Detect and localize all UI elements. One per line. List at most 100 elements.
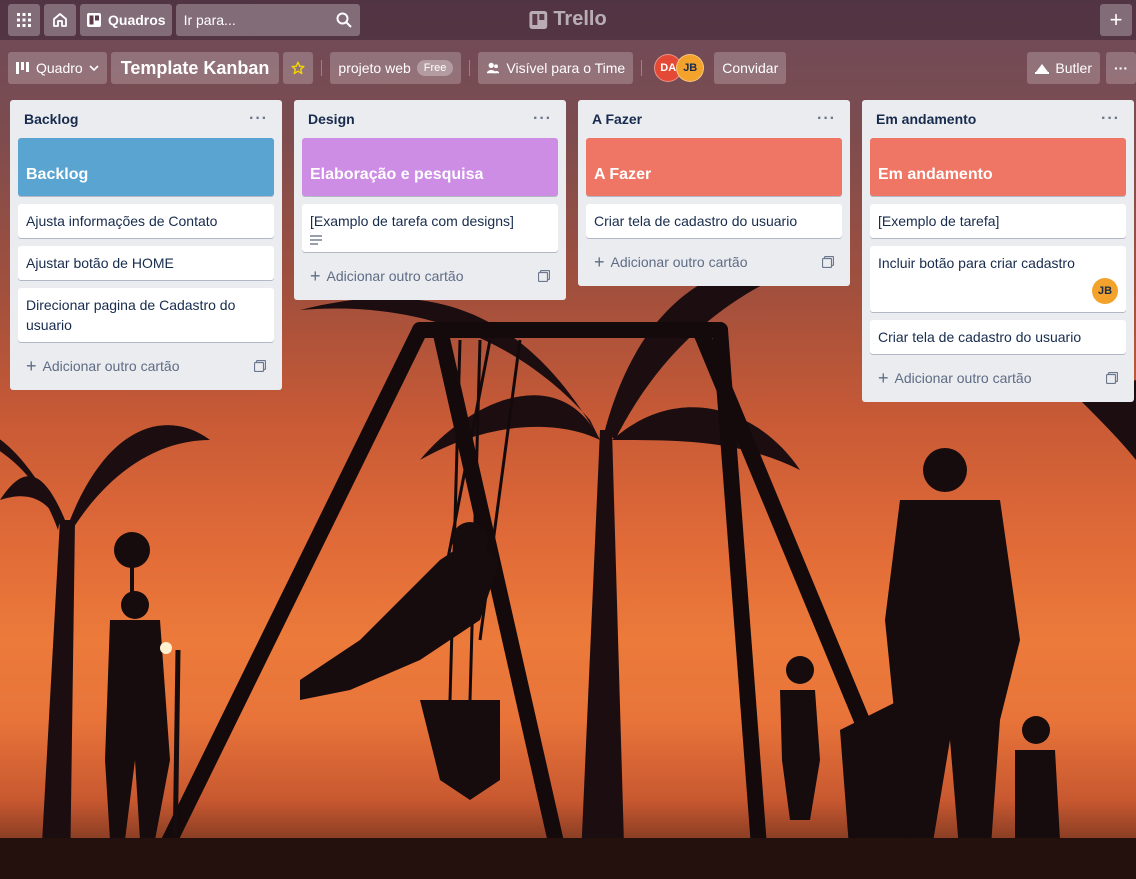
team-button[interactable]: projeto web Free [330, 52, 462, 84]
list-design: Design ··· Elaboração e pesquisa [Exampl… [294, 100, 566, 300]
trello-logo[interactable]: Trello [529, 8, 607, 31]
separator [321, 60, 323, 76]
card-template-icon[interactable] [1106, 372, 1118, 384]
separator [469, 60, 471, 76]
card-title: Incluir botão para criar cadastro [878, 255, 1075, 271]
list-backlog: Backlog ··· Backlog Ajusta informações d… [10, 100, 282, 390]
star-button[interactable] [283, 52, 314, 84]
description-icon [310, 235, 322, 245]
card-title: Ajustar botão de HOME [26, 255, 174, 271]
list-card[interactable]: Ajustar botão de HOME [18, 246, 274, 280]
invite-button[interactable]: Convidar [714, 52, 787, 84]
list-card[interactable]: [Examplo de tarefa com designs] [302, 204, 558, 252]
list-card[interactable]: Ajusta informações de Contato [18, 204, 274, 238]
board-view-label: Quadro [36, 60, 83, 76]
add-card-label: Adicionar outro cartão [42, 358, 180, 374]
search-icon[interactable] [336, 12, 352, 28]
cover-card[interactable]: Elaboração e pesquisa [302, 138, 558, 196]
separator [641, 60, 643, 76]
cover-card[interactable]: Em andamento [870, 138, 1126, 196]
boards-button[interactable]: Quadros [80, 4, 172, 36]
list-title[interactable]: A Fazer [592, 111, 642, 127]
add-card-button[interactable]: + Adicionar outro cartão [302, 260, 558, 292]
board-title[interactable]: Template Kanban [110, 52, 280, 84]
add-card-left: + Adicionar outro cartão [310, 266, 463, 287]
plus-icon: + [878, 367, 889, 388]
cover-card-title: Elaboração e pesquisa [310, 166, 484, 183]
list-card[interactable]: Criar tela de cadastro do usuario [586, 204, 842, 238]
cover-card-title: Backlog [26, 166, 89, 183]
add-card-label: Adicionar outro cartão [610, 254, 748, 270]
plus-icon: + [1109, 7, 1123, 32]
trello-logo-icon [529, 10, 548, 29]
list-menu-button[interactable]: ··· [249, 110, 268, 128]
plus-icon: + [26, 355, 37, 376]
card-title: Criar tela de cadastro do usuario [878, 329, 1082, 345]
avatar[interactable]: JB [676, 54, 705, 82]
boards-label: Quadros [108, 12, 166, 28]
search-box[interactable]: Ir para... [175, 4, 360, 36]
butler-label: Butler [1055, 60, 1092, 76]
card-title: Ajusta informações de Contato [26, 213, 218, 229]
board-view-switcher[interactable]: Quadro [8, 52, 107, 84]
card-template-icon[interactable] [254, 360, 266, 372]
butler-icon [1035, 64, 1050, 74]
list-header[interactable]: A Fazer ··· [586, 100, 842, 138]
board-members: DA JB [654, 54, 705, 82]
list-em-andamento: Em andamento ··· Em andamento [Exemplo d… [862, 100, 1134, 402]
top-header: Quadros Ir para... Trello + [0, 0, 1136, 40]
create-button[interactable]: + [1100, 4, 1132, 36]
star-icon [291, 61, 305, 75]
card-template-icon[interactable] [822, 256, 834, 268]
list-header[interactable]: Design ··· [302, 100, 558, 138]
plus-icon: + [594, 251, 605, 272]
grid-icon [17, 13, 31, 27]
list-card[interactable]: [Exemplo de tarefa] [870, 204, 1126, 238]
add-card-left: + Adicionar outro cartão [26, 356, 179, 377]
plan-badge: Free [416, 60, 454, 76]
list-menu-button[interactable]: ··· [533, 110, 552, 128]
board-view-icon [16, 62, 29, 74]
list-menu-button[interactable]: ··· [817, 110, 836, 128]
home-button[interactable] [44, 4, 76, 36]
card-title: Direcionar pagina de Cadastro do usuario [26, 297, 236, 333]
search-input[interactable]: Ir para... [184, 12, 236, 28]
list-card[interactable]: Direcionar pagina de Cadastro do usuario [18, 288, 274, 342]
card-member-avatar[interactable]: JB [1092, 278, 1118, 304]
list-menu-button[interactable]: ··· [1101, 110, 1120, 128]
chevron-down-icon [89, 65, 99, 71]
visibility-button[interactable]: Visível para o Time [478, 52, 634, 84]
cover-card[interactable]: Backlog [18, 138, 274, 196]
add-card-button[interactable]: + Adicionar outro cartão [586, 246, 842, 278]
visibility-label: Visível para o Time [506, 60, 626, 76]
list-a-fazer: A Fazer ··· A Fazer Criar tela de cadast… [578, 100, 850, 286]
team-name: projeto web [338, 60, 411, 76]
board-header: Quadro Template Kanban projeto web Free … [0, 50, 1136, 86]
add-card-button[interactable]: + Adicionar outro cartão [870, 362, 1126, 394]
cover-card-title: Em andamento [878, 166, 993, 183]
list-title[interactable]: Em andamento [876, 111, 976, 127]
add-card-button[interactable]: + Adicionar outro cartão [18, 350, 274, 382]
list-title[interactable]: Backlog [24, 111, 78, 127]
add-card-label: Adicionar outro cartão [326, 268, 464, 284]
card-title: [Exemplo de tarefa] [878, 213, 1000, 229]
board-icon [87, 13, 101, 27]
card-template-icon[interactable] [538, 270, 550, 282]
list-title[interactable]: Design [308, 111, 355, 127]
list-card[interactable]: Incluir botão para criar cadastro JB [870, 246, 1126, 312]
cover-card[interactable]: A Fazer [586, 138, 842, 196]
list-header[interactable]: Backlog ··· [18, 100, 274, 138]
card-title: Criar tela de cadastro do usuario [594, 213, 798, 229]
apps-button[interactable] [8, 4, 40, 36]
board-menu-button[interactable]: ··· [1106, 52, 1136, 84]
list-header[interactable]: Em andamento ··· [870, 100, 1126, 138]
list-card[interactable]: Criar tela de cadastro do usuario [870, 320, 1126, 354]
card-title: [Examplo de tarefa com designs] [310, 213, 514, 229]
plus-icon: + [310, 265, 321, 286]
butler-button[interactable]: Butler [1027, 52, 1100, 84]
add-card-left: + Adicionar outro cartão [878, 368, 1031, 389]
team-visibility-icon [487, 62, 500, 74]
add-card-label: Adicionar outro cartão [894, 370, 1032, 386]
logo-text: Trello [553, 8, 607, 30]
cover-card-title: A Fazer [594, 166, 652, 183]
